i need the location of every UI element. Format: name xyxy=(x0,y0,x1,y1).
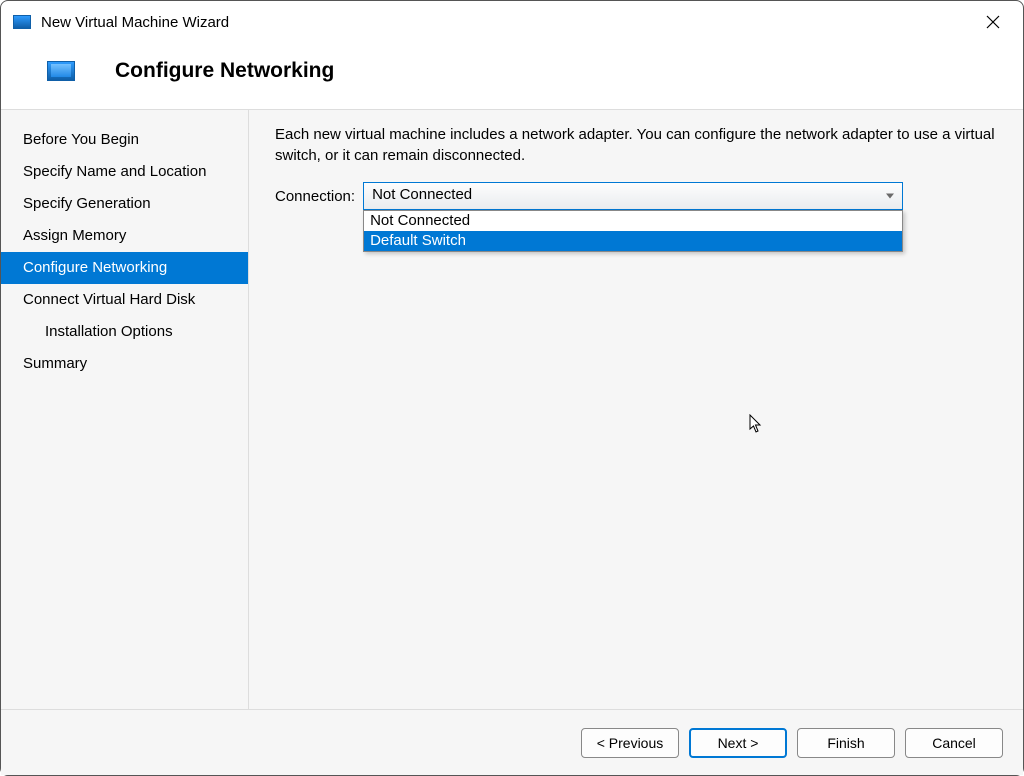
title-bar: New Virtual Machine Wizard xyxy=(1,1,1023,41)
connection-label: Connection: xyxy=(275,188,355,205)
connection-row: Connection: Not Connected Not Connected … xyxy=(275,182,995,210)
connection-combo-value: Not Connected xyxy=(372,186,472,203)
window-title: New Virtual Machine Wizard xyxy=(41,14,975,31)
sidebar-item-summary[interactable]: Summary xyxy=(1,348,248,380)
wizard-body: Before You Begin Specify Name and Locati… xyxy=(1,109,1023,709)
dropdown-option-default-switch[interactable]: Default Switch xyxy=(364,231,902,251)
sidebar-item-specify-name[interactable]: Specify Name and Location xyxy=(1,156,248,188)
sidebar-item-installation-options[interactable]: Installation Options xyxy=(1,316,248,348)
wizard-footer: < Previous Next > Finish Cancel xyxy=(1,709,1023,775)
previous-button[interactable]: < Previous xyxy=(581,728,679,758)
chevron-down-icon xyxy=(886,194,894,199)
sidebar-item-before-you-begin[interactable]: Before You Begin xyxy=(1,124,248,156)
close-button[interactable] xyxy=(975,8,1011,36)
wizard-header: Configure Networking xyxy=(1,41,1023,109)
wizard-window: New Virtual Machine Wizard Configure Net… xyxy=(0,0,1024,776)
cancel-button[interactable]: Cancel xyxy=(905,728,1003,758)
app-icon xyxy=(13,15,31,29)
sidebar-item-specify-generation[interactable]: Specify Generation xyxy=(1,188,248,220)
description-text: Each new virtual machine includes a netw… xyxy=(275,124,995,166)
wizard-content: Each new virtual machine includes a netw… xyxy=(249,110,1023,709)
next-button[interactable]: Next > xyxy=(689,728,787,758)
sidebar-item-assign-memory[interactable]: Assign Memory xyxy=(1,220,248,252)
connection-dropdown: Not Connected Default Switch xyxy=(363,210,903,252)
connection-combo-wrap: Not Connected Not Connected Default Swit… xyxy=(363,182,903,210)
mouse-cursor-icon xyxy=(749,414,763,434)
sidebar-item-configure-networking[interactable]: Configure Networking xyxy=(1,252,248,284)
page-title: Configure Networking xyxy=(115,59,334,83)
wizard-header-icon xyxy=(47,61,75,81)
finish-button[interactable]: Finish xyxy=(797,728,895,758)
sidebar-item-connect-vhd[interactable]: Connect Virtual Hard Disk xyxy=(1,284,248,316)
close-icon xyxy=(986,15,1000,29)
dropdown-option-not-connected[interactable]: Not Connected xyxy=(364,211,902,231)
wizard-sidebar: Before You Begin Specify Name and Locati… xyxy=(1,110,249,709)
connection-combo[interactable]: Not Connected xyxy=(363,182,903,210)
